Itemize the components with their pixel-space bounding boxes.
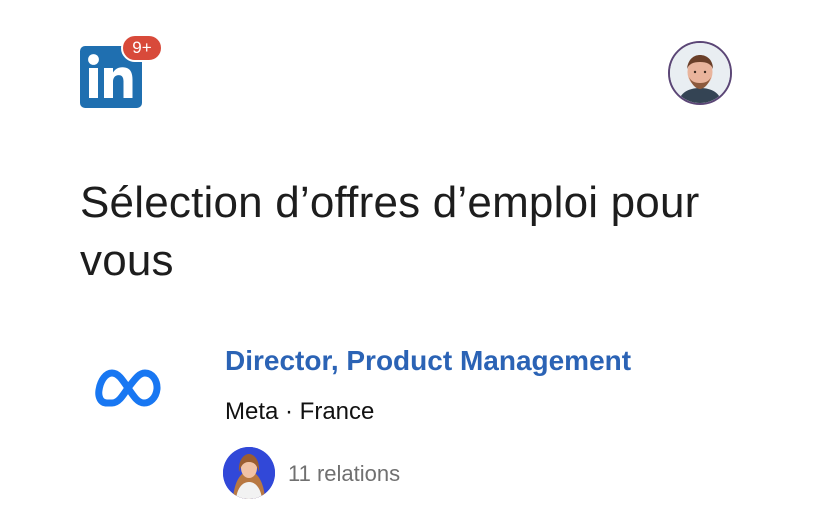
jobs-recommendation-screen: 9+ Sélection d’offres d’emploi pour vous… <box>0 0 828 523</box>
linkedin-home-button[interactable]: 9+ <box>80 34 163 108</box>
company-location: Meta · France <box>225 398 375 425</box>
relations-count[interactable]: 11 relations <box>288 459 400 489</box>
profile-avatar[interactable] <box>668 41 732 105</box>
meta-logo-icon[interactable] <box>94 362 162 414</box>
job-title-link[interactable]: Director, Product Management <box>225 342 631 380</box>
notification-badge: 9+ <box>121 34 163 62</box>
relation-avatar[interactable] <box>223 447 275 499</box>
page-title: Sélection d’offres d’emploi pour vous <box>80 178 700 285</box>
